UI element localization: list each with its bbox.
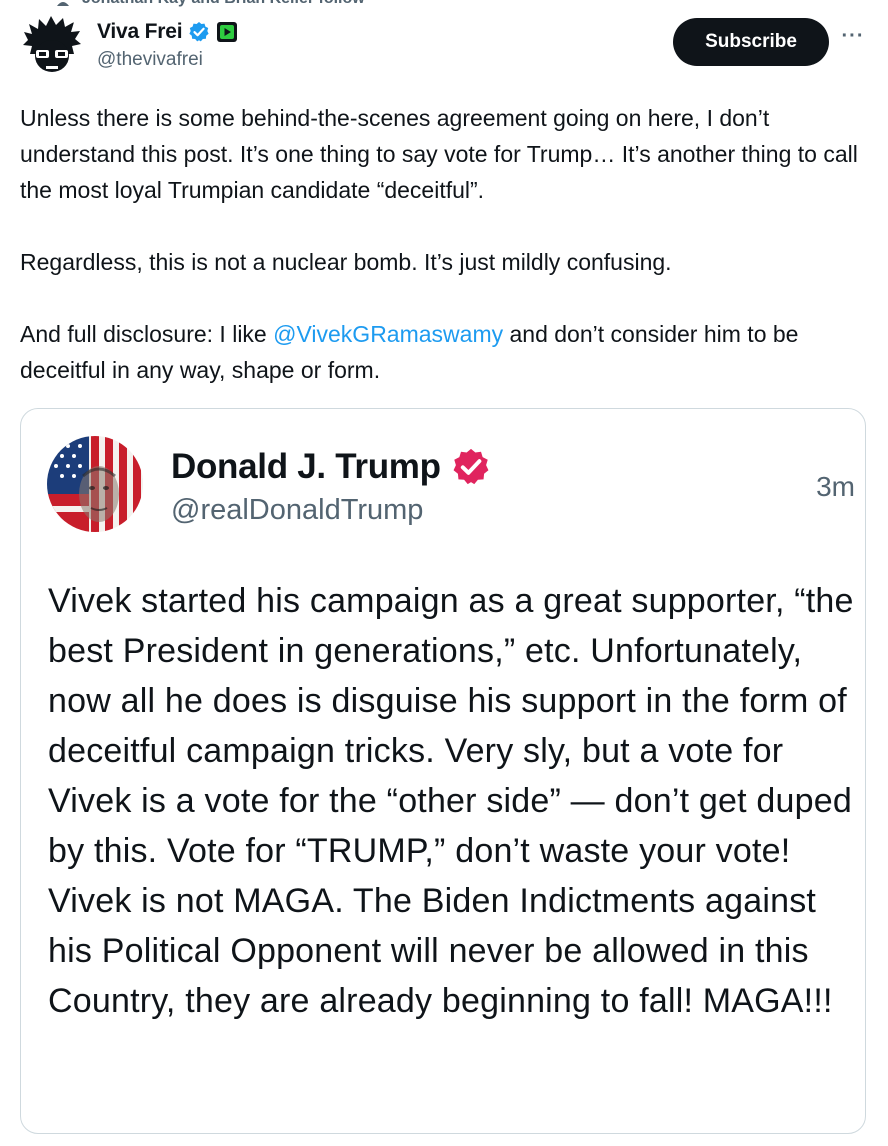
subscription-badge-icon[interactable] [216,21,238,43]
verified-badge-icon[interactable] [188,21,210,43]
author-avatar[interactable] [20,14,84,78]
avatar-illustration [20,14,84,78]
embedded-display-name[interactable]: Donald J. Trump [171,447,441,487]
embedded-post-text: Vivek started his campaign as a great su… [48,582,854,1020]
tweet-paragraph: Unless there is some behind-the-scenes a… [20,105,858,203]
embedded-author-avatar[interactable] [47,436,143,532]
tweet-paragraph: And full disclosure: I like @VivekGRamas… [20,316,876,388]
more-icon[interactable]: ··· [838,26,868,50]
subscribe-button[interactable]: Subscribe [673,18,829,66]
author-info: Viva Frei @thevivafrei [97,17,238,71]
tweet-paragraph: Regardless, this is not a nuclear bomb. … [20,249,672,275]
author-display-name[interactable]: Viva Frei [97,20,183,44]
mention-link[interactable]: @VivekGRamaswamy [273,321,503,347]
embedded-handle[interactable]: @realDonaldTrump [171,494,491,527]
author-handle[interactable]: @thevivafrei [97,49,238,71]
embedded-author-info: Donald J. Trump @realDonaldTrump [171,444,491,527]
embedded-timestamp[interactable]: 3m [816,471,855,503]
social-context-text[interactable]: Jonathan Kay and Brian Keller follow [82,0,365,8]
tweet-text-segment: And full disclosure: I like [20,321,274,347]
verified-badge-icon [453,448,489,485]
social-context: Jonathan Kay and Brian Keller follow [56,0,365,8]
flag-portrait-avatar [47,436,143,532]
person-icon [57,2,69,6]
tweet-text: Unless there is some behind-the-scenes a… [20,100,876,388]
embedded-post-card[interactable]: Donald J. Trump @realDonaldTrump 3m Vive… [20,408,866,1134]
